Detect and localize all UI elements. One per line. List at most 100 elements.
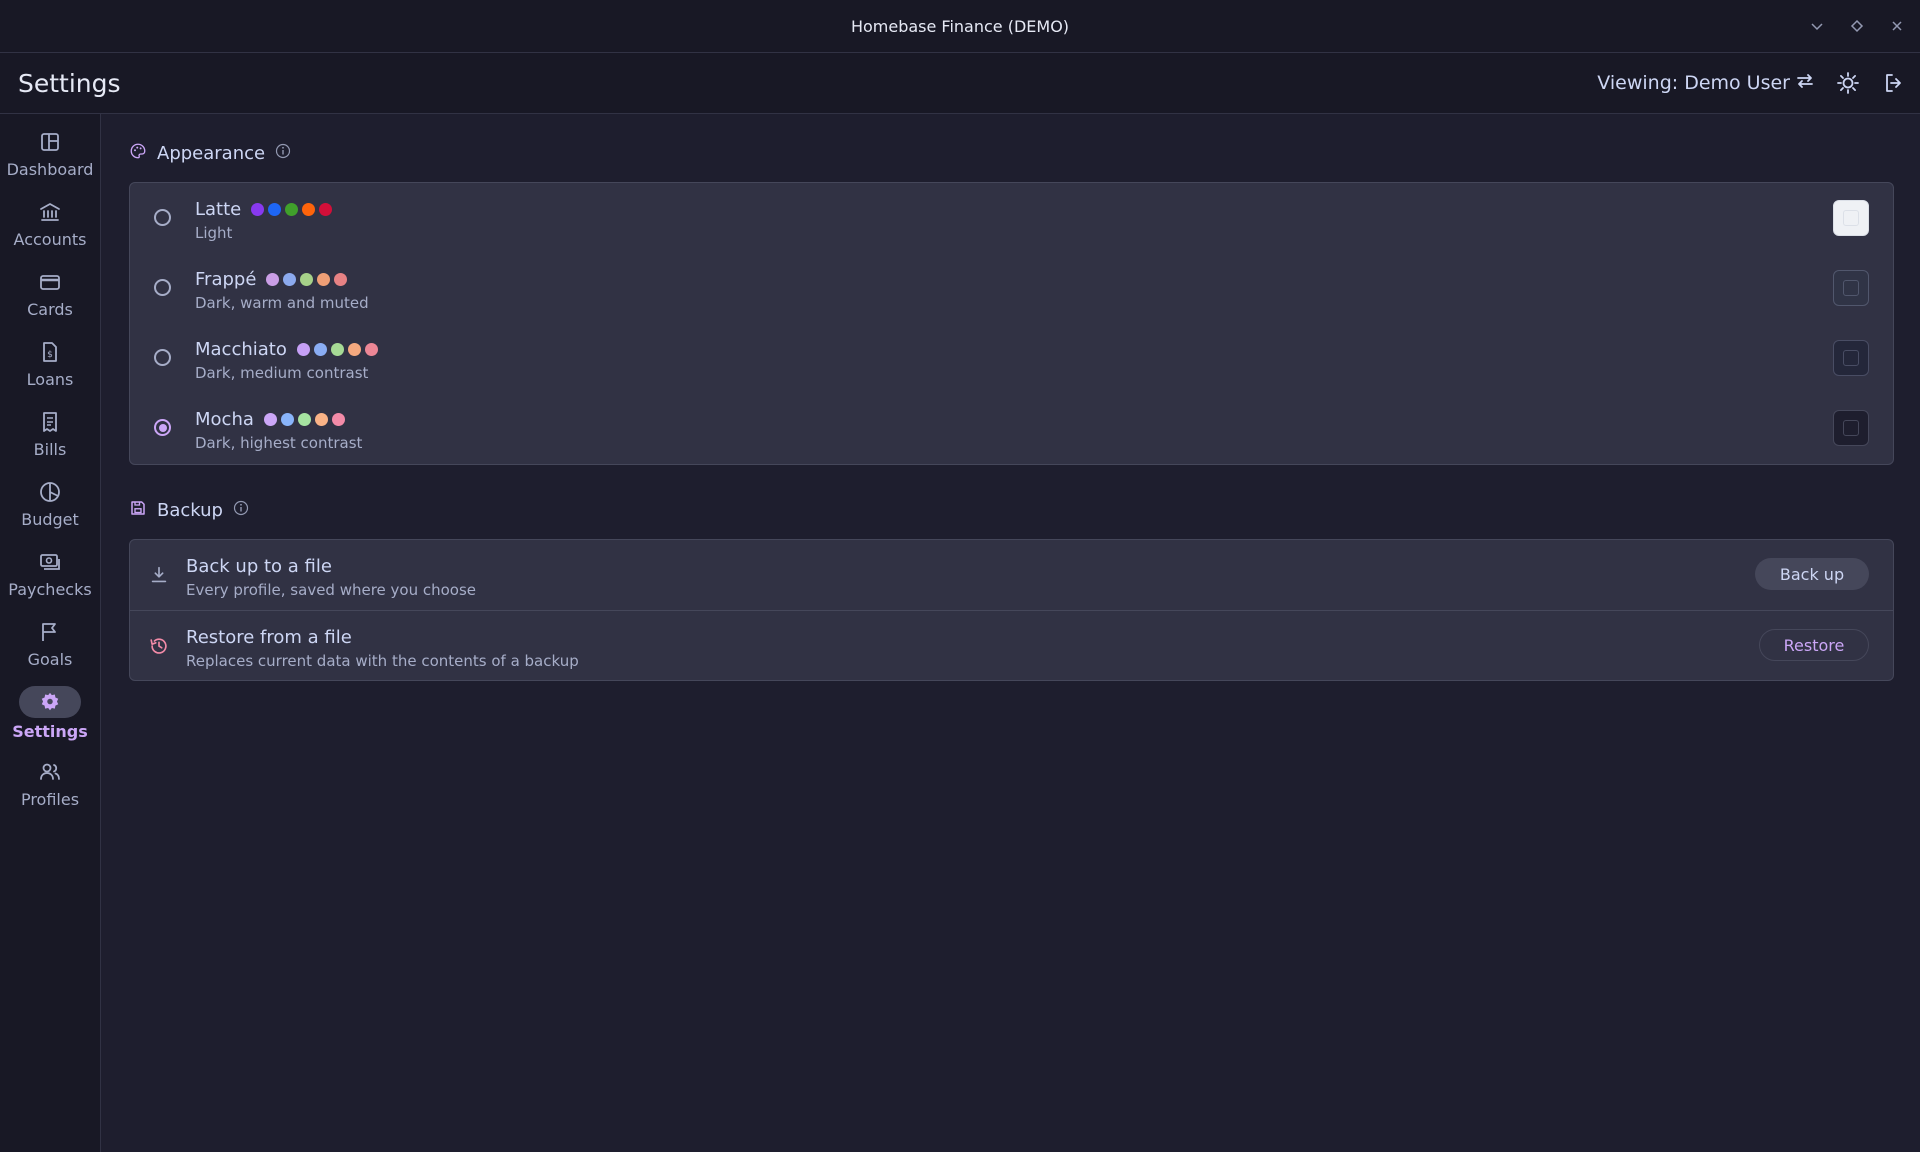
- appearance-section-header: Appearance: [129, 142, 291, 165]
- sidebar-item-settings[interactable]: Settings: [0, 686, 100, 748]
- theme-name: Frappé: [195, 269, 348, 290]
- logout-icon[interactable]: [1880, 69, 1908, 97]
- theme-description: Light: [195, 224, 233, 242]
- users-icon: [36, 758, 64, 786]
- theme-color-dot: [317, 273, 331, 286]
- theme-color-dots: [296, 343, 378, 356]
- theme-color-dot: [296, 343, 310, 356]
- download-icon: [148, 564, 170, 586]
- theme-swatch[interactable]: [1833, 340, 1869, 376]
- pie-chart-icon: [36, 478, 64, 506]
- theme-color-dot: [313, 343, 327, 356]
- maximize-icon[interactable]: [1848, 17, 1866, 35]
- theme-name-text: Latte: [195, 199, 242, 220]
- theme-color-dot: [334, 273, 348, 286]
- sidebar-item-label: Goals: [27, 650, 73, 669]
- minimize-icon[interactable]: [1808, 17, 1826, 35]
- theme-color-dot: [331, 413, 345, 426]
- sidebar-item-label: Accounts: [13, 230, 87, 249]
- sidebar-item-bills[interactable]: Bills: [0, 408, 100, 470]
- theme-color-dot: [268, 203, 282, 216]
- info-icon[interactable]: [275, 143, 291, 164]
- window-title: Homebase Finance (DEMO): [850, 16, 1070, 36]
- theme-color-dots: [251, 203, 333, 216]
- info-icon[interactable]: [233, 500, 249, 521]
- theme-radio[interactable]: [154, 349, 171, 366]
- backup-card: Back up to a file Every profile, saved w…: [129, 539, 1894, 681]
- close-icon[interactable]: [1888, 17, 1906, 35]
- theme-swatch[interactable]: [1833, 270, 1869, 306]
- theme-color-dots: [266, 273, 348, 286]
- theme-color-dot: [364, 343, 378, 356]
- sidebar-item-dashboard[interactable]: Dashboard: [0, 128, 100, 190]
- theme-radio[interactable]: [154, 279, 171, 296]
- theme-color-dots: [263, 413, 345, 426]
- theme-color-dot: [302, 203, 316, 216]
- sidebar-item-label: Paychecks: [8, 580, 92, 599]
- sidebar-item-profiles[interactable]: Profiles: [0, 758, 100, 820]
- theme-name: Macchiato: [195, 339, 378, 360]
- theme-color-dot: [347, 343, 361, 356]
- back-up-button[interactable]: Back up: [1755, 558, 1869, 590]
- theme-name: Mocha: [195, 409, 345, 430]
- theme-radio[interactable]: [154, 209, 171, 226]
- history-icon: [148, 635, 170, 657]
- restore-from-file-row: Restore from a file Replaces current dat…: [130, 611, 1893, 681]
- sidebar-item-budget[interactable]: Budget: [0, 478, 100, 540]
- save-disk-icon: [129, 499, 147, 522]
- theme-color-dot: [283, 273, 297, 286]
- viewing-label: Viewing: Demo User: [1597, 72, 1790, 94]
- sidebar-item-label: Profiles: [20, 790, 80, 809]
- restore-description: Replaces current data with the contents …: [186, 652, 579, 670]
- theme-color-dot: [263, 413, 277, 426]
- flag-icon: [36, 618, 64, 646]
- cash-icon: [36, 548, 64, 576]
- theme-color-dot: [251, 203, 265, 216]
- sidebar-item-cards[interactable]: Cards: [0, 268, 100, 330]
- theme-option-frappe[interactable]: Frappé Dark, warm and muted: [130, 253, 1893, 323]
- backup-to-file-row: Back up to a file Every profile, saved w…: [130, 540, 1893, 610]
- sidebar-item-label: Loans: [26, 370, 74, 389]
- theme-option-latte[interactable]: Latte Light: [130, 183, 1893, 253]
- sidebar-item-label: Budget: [21, 510, 79, 529]
- window-controls: [1808, 0, 1906, 52]
- theme-color-dot: [280, 413, 294, 426]
- sidebar-item-label: Settings: [12, 722, 88, 741]
- restore-button[interactable]: Restore: [1759, 629, 1869, 661]
- theme-swatch[interactable]: [1833, 200, 1869, 236]
- backup-description: Every profile, saved where you choose: [186, 581, 477, 599]
- theme-toggle-sun-icon[interactable]: [1834, 69, 1862, 97]
- credit-card-icon: [36, 268, 64, 296]
- theme-description: Dark, highest contrast: [195, 434, 363, 452]
- sidebar-item-goals[interactable]: Goals: [0, 618, 100, 680]
- svg-text:$: $: [47, 350, 53, 360]
- theme-color-dot: [297, 413, 311, 426]
- theme-color-dot: [266, 273, 280, 286]
- restore-title: Restore from a file: [186, 627, 352, 648]
- sidebar-item-paychecks[interactable]: Paychecks: [0, 548, 100, 610]
- sidebar-item-label: Bills: [33, 440, 67, 459]
- theme-radio[interactable]: [154, 419, 171, 436]
- theme-name-text: Mocha: [195, 409, 254, 430]
- theme-name: Latte: [195, 199, 333, 220]
- page-title: Settings: [18, 68, 121, 98]
- viewing-profile-switcher[interactable]: Viewing: Demo User: [1597, 70, 1816, 97]
- receipt-icon: [36, 408, 64, 436]
- theme-name-text: Macchiato: [195, 339, 287, 360]
- theme-name-text: Frappé: [195, 269, 257, 290]
- bank-icon: [36, 198, 64, 226]
- section-title: Backup: [157, 500, 223, 521]
- header-actions: Viewing: Demo User: [1597, 69, 1908, 97]
- app-header: Settings Viewing: Demo User: [0, 53, 1920, 114]
- palette-icon: [129, 142, 147, 165]
- theme-option-macchiato[interactable]: Macchiato Dark, medium contrast: [130, 323, 1893, 393]
- sidebar-item-accounts[interactable]: Accounts: [0, 198, 100, 260]
- backup-title: Back up to a file: [186, 556, 332, 577]
- section-title: Appearance: [157, 143, 266, 164]
- swatch-inner: [1843, 210, 1859, 226]
- sidebar-item-loans[interactable]: $ Loans: [0, 338, 100, 400]
- theme-color-dot: [330, 343, 344, 356]
- theme-option-mocha[interactable]: Mocha Dark, highest contrast: [130, 393, 1893, 463]
- theme-swatch[interactable]: [1833, 410, 1869, 446]
- swatch-inner: [1843, 280, 1859, 296]
